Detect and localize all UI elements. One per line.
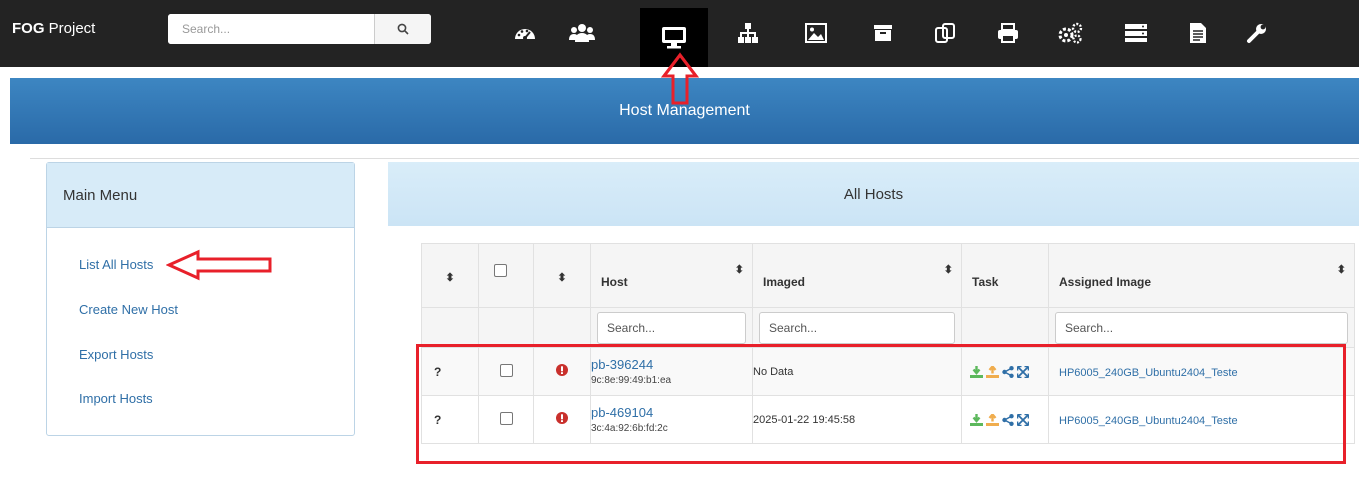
deploy-download-icon[interactable] xyxy=(970,413,983,426)
table-header-row: ⬍ ⬍ Host ⬍ Imaged ⬍ Task Assigned Image ⬍ xyxy=(421,243,1355,308)
column-header-host[interactable]: Host ⬍ xyxy=(590,243,753,308)
column-header-alert[interactable]: ⬍ xyxy=(533,243,591,308)
host-mac: 3c:4a:92:6b:fd:2c xyxy=(591,423,668,434)
storage-archive-icon[interactable] xyxy=(863,13,903,53)
sidebar-item-list-all-hosts[interactable]: List All Hosts xyxy=(79,257,153,272)
host-mac: 9c:8e:99:49:b1:ea xyxy=(591,375,672,386)
report-icon[interactable] xyxy=(1178,13,1218,53)
row-checkbox[interactable] xyxy=(499,411,513,425)
annotation-left-arrow xyxy=(166,249,272,281)
sort-icon[interactable]: ⬍ xyxy=(1337,263,1346,276)
table-row[interactable]: ? pb-396244 9c:8e:99:49:b1:ea No Data HP… xyxy=(421,347,1355,396)
share-icon[interactable] xyxy=(1002,413,1014,426)
share-icon[interactable] xyxy=(1002,365,1014,378)
imaged-date: No Data xyxy=(752,347,962,396)
image-filter-input[interactable] xyxy=(1055,311,1348,344)
advanced-expand-icon[interactable] xyxy=(1017,365,1029,378)
column-header-select xyxy=(478,243,534,308)
sidebar-item-export-hosts[interactable]: Export Hosts xyxy=(79,347,153,362)
host-filter-input[interactable] xyxy=(597,311,746,344)
search-icon xyxy=(397,23,409,35)
column-header-status[interactable]: ⬍ xyxy=(421,243,479,308)
server-icon[interactable] xyxy=(1116,13,1156,53)
sidebar-title: Main Menu xyxy=(47,163,354,228)
hosts-table: ⬍ ⬍ Host⬍ Imaged⬍ Task Assigned Image⬍ ?… xyxy=(421,243,1355,444)
image-icon[interactable] xyxy=(796,13,836,53)
sidebar-item-create-new-host[interactable]: Create New Host xyxy=(79,302,178,317)
search-button[interactable] xyxy=(374,14,431,44)
column-header-task: Task xyxy=(961,243,1049,308)
host-name-link[interactable]: pb-469104 xyxy=(591,405,752,420)
assigned-image-link[interactable]: HP6005_240GB_Ubuntu2404_Teste xyxy=(1049,415,1238,427)
panel-title: All Hosts xyxy=(843,185,904,203)
main-menu-sidebar: Main Menu List All Hosts Create New Host… xyxy=(46,162,355,436)
host-name-link[interactable]: pb-396244 xyxy=(591,357,752,372)
search-input[interactable] xyxy=(168,14,372,44)
column-header-assigned-image[interactable]: Assigned Image ⬍ xyxy=(1048,243,1355,308)
global-search xyxy=(168,14,431,44)
table-row[interactable]: ? pb-469104 3c:4a:92:6b:fd:2c 2025-01-22… xyxy=(421,395,1355,444)
table-filter-row xyxy=(421,307,1355,348)
content-divider xyxy=(30,158,1359,159)
sort-icon[interactable]: ⬍ xyxy=(735,263,744,276)
row-checkbox[interactable] xyxy=(499,363,513,377)
brand-logo[interactable]: FOG Project xyxy=(12,20,95,37)
alert-icon xyxy=(556,364,568,376)
alert-icon xyxy=(556,412,568,424)
annotation-up-arrow-overlay xyxy=(660,52,700,105)
printer-icon[interactable] xyxy=(988,13,1028,53)
settings-wrench-icon[interactable] xyxy=(1237,13,1277,53)
capture-upload-icon[interactable] xyxy=(986,365,999,378)
network-tree-icon[interactable] xyxy=(728,13,768,53)
ping-status: ? xyxy=(434,364,442,379)
all-hosts-panel-header: All Hosts xyxy=(388,162,1359,226)
select-all-checkbox[interactable] xyxy=(494,264,507,277)
ping-status: ? xyxy=(434,412,442,427)
deploy-download-icon[interactable] xyxy=(970,365,983,378)
sort-icon[interactable]: ⬍ xyxy=(944,263,953,276)
sidebar-item-import-hosts[interactable]: Import Hosts xyxy=(79,391,153,406)
sort-icon[interactable]: ⬍ xyxy=(557,271,566,284)
imaged-filter-input[interactable] xyxy=(759,311,955,344)
advanced-expand-icon[interactable] xyxy=(1017,413,1029,426)
column-header-imaged[interactable]: Imaged ⬍ xyxy=(752,243,962,308)
assigned-image-link[interactable]: HP6005_240GB_Ubuntu2404_Teste xyxy=(1049,367,1238,379)
snapins-icon[interactable] xyxy=(925,13,965,53)
capture-upload-icon[interactable] xyxy=(986,413,999,426)
service-gears-icon[interactable] xyxy=(1050,13,1090,53)
dashboard-icon[interactable] xyxy=(505,13,545,53)
imaged-date: 2025-01-22 19:45:58 xyxy=(752,395,962,444)
users-icon[interactable] xyxy=(562,13,602,53)
sort-icon[interactable]: ⬍ xyxy=(445,271,454,284)
